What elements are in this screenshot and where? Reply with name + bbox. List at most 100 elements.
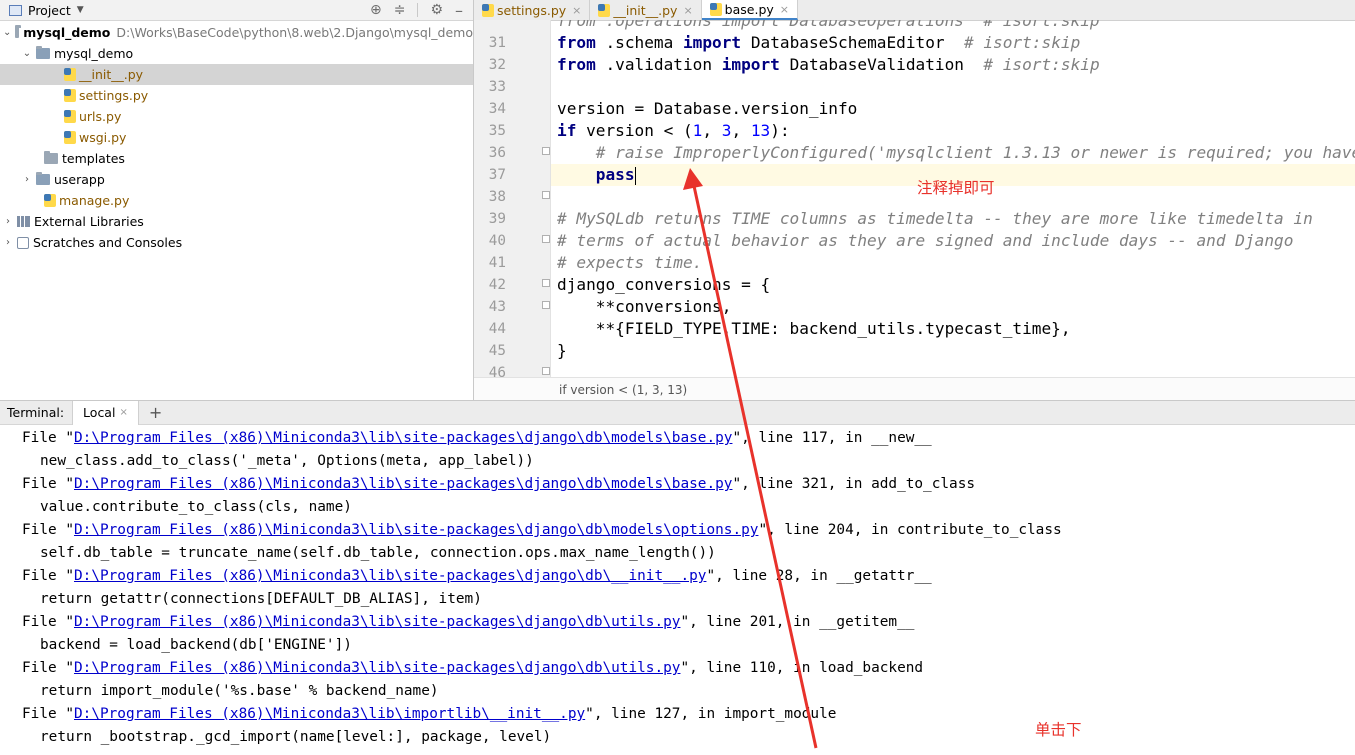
traceback-code-line: backend = load_backend(db['ENGINE']) [40,637,352,653]
tab-init-py[interactable]: __init__.py × [590,0,702,20]
fold-marker-icon[interactable] [542,191,550,199]
locate-icon[interactable]: ⊕ [370,2,382,18]
file-link[interactable]: D:\Program Files (x86)\Miniconda3\lib\si… [74,568,706,584]
traceback-file-line: File "D:\Program Files (x86)\Miniconda3\… [22,657,923,680]
tree-item-label: templates [62,151,125,166]
traceback-code-line: new_class.add_to_class('_meta', Options(… [40,453,534,469]
keyword: from [557,33,596,52]
tree-item-templates[interactable]: templates [0,148,473,169]
tab-settings-py[interactable]: settings.py × [474,0,591,20]
chevron-down-icon[interactable]: ⌄ [22,48,32,59]
code-token: DatabaseValidation [779,55,984,74]
tree-item-mysql-demo-package[interactable]: ⌄ mysql_demo [0,43,473,64]
tree-item-userapp[interactable]: › userapp [0,169,473,190]
python-file-icon [709,2,722,16]
line-number: 35 [488,123,506,139]
text: ", line 321, in add_to_class [732,476,976,492]
file-link[interactable]: D:\Program Files (x86)\Miniconda3\lib\im… [74,706,585,722]
collapse-all-icon[interactable]: ≑ [394,2,406,18]
chevron-right-icon[interactable]: › [3,237,13,248]
code-line: } [557,341,567,360]
text: File " [22,430,74,446]
text: ", line 201, in __getitem__ [680,614,915,630]
number-literal: 1 [692,121,703,140]
code-token: version < ( [576,121,693,140]
fold-marker-icon[interactable] [542,367,550,375]
text-caret [634,166,636,185]
tree-item-wsgi-py[interactable]: wsgi.py [0,127,473,148]
code-line: from .validation import DatabaseValidati… [557,54,1100,76]
file-link[interactable]: D:\Program Files (x86)\Miniconda3\lib\si… [74,614,680,630]
file-link[interactable]: D:\Program Files (x86)\Miniconda3\lib\si… [74,660,680,676]
code-line: if version < (1, 3, 13): [557,120,790,142]
line-number-gutter[interactable]: 31 32 33 34 35 36 37 38 39 40 41 42 43 4… [474,20,551,377]
terminal-tab-local[interactable]: Local × [72,400,139,425]
fold-marker-icon[interactable] [542,147,550,155]
close-icon[interactable]: × [683,4,692,17]
code-line: version = Database.version_info [557,99,858,118]
text: File " [22,706,74,722]
tree-item-label: userapp [54,172,105,187]
fold-marker-icon[interactable] [542,301,550,309]
close-icon[interactable]: × [572,4,581,17]
python-file-icon [482,3,494,17]
python-file-icon [64,110,76,123]
code-token: DatabaseSchemaEditor [741,33,964,52]
tree-item-manage-py[interactable]: manage.py [0,190,473,211]
line-number: 37 [488,167,506,183]
breadcrumb[interactable]: if version < (1, 3, 13) [474,377,1355,401]
terminal-output[interactable]: File "D:\Program Files (x86)\Miniconda3\… [0,425,1355,755]
close-icon[interactable]: × [119,407,127,418]
close-icon[interactable]: × [780,3,789,16]
code-area[interactable]: from .operations import DatabaseOperatio… [551,20,1355,377]
tree-item-urls-py[interactable]: urls.py [0,106,473,127]
number-literal: 3 [721,121,732,140]
annotation-comment-out: 注释掉即可 [917,179,995,197]
tree-item-label: mysql_demo [23,25,111,40]
traceback-file-line: File "D:\Program Files (x86)\Miniconda3\… [22,427,932,450]
tree-item-external-libraries[interactable]: › External Libraries [0,211,473,232]
line-number: 46 [488,365,506,377]
file-link[interactable]: D:\Program Files (x86)\Miniconda3\lib\si… [74,430,732,446]
fold-marker-icon[interactable] [542,235,550,243]
chevron-right-icon[interactable]: › [22,174,32,185]
tree-item-settings-py[interactable]: settings.py [0,85,473,106]
new-terminal-icon[interactable]: + [149,403,162,422]
line-number: 45 [488,343,506,359]
code-comment-line: # MySQLdb returns TIME columns as timede… [557,209,1313,228]
traceback-code-line: return getattr(connections[DEFAULT_DB_AL… [40,591,482,607]
code-token: , [702,121,722,140]
folder-icon [15,25,22,38]
tree-item-mysql-demo-root[interactable]: ⌄ mysql_demo D:\Works\BaseCode\python\8.… [0,22,473,43]
chevron-down-icon[interactable]: ⌄ [3,27,11,38]
project-view-selector[interactable]: Project [28,3,71,18]
terminal-label: Terminal: [7,405,65,420]
line-number: 44 [488,321,506,337]
toolbar-divider [417,3,419,17]
chevron-right-icon[interactable]: › [3,216,13,227]
traceback-file-line: File "D:\Program Files (x86)\Miniconda3\… [22,519,1062,542]
code-line: from .schema import DatabaseSchemaEditor… [557,32,1080,54]
package-folder-icon [36,172,50,185]
file-link[interactable]: D:\Program Files (x86)\Miniconda3\lib\si… [74,476,732,492]
line-number: 38 [488,189,506,205]
chevron-down-icon[interactable]: ▼ [77,5,84,15]
tree-item-init-py[interactable]: __init__.py [0,64,473,85]
hide-panel-icon[interactable]: – [455,1,463,20]
file-link[interactable]: D:\Program Files (x86)\Miniconda3\lib\si… [74,522,758,538]
breadcrumb-item[interactable]: if version < (1, 3, 13) [559,383,687,397]
line-number: 41 [488,255,506,271]
line-number: 43 [488,299,506,315]
python-file-icon [64,68,76,81]
tree-item-label: External Libraries [34,214,144,229]
text: ", line 28, in __getattr__ [706,568,932,584]
tab-label: base.py [724,1,774,17]
tree-item-scratches[interactable]: › Scratches and Consoles [0,232,473,253]
tab-label: settings.py [497,2,567,18]
tree-item-label: settings.py [79,88,149,103]
code-line: **{FIELD_TYPE.TIME: backend_utils.typeca… [557,319,1071,338]
fold-marker-icon[interactable] [542,279,550,287]
gear-icon[interactable]: ⚙ [430,2,443,18]
line-number: 31 [488,35,506,51]
tab-base-py[interactable]: base.py × [701,0,798,20]
